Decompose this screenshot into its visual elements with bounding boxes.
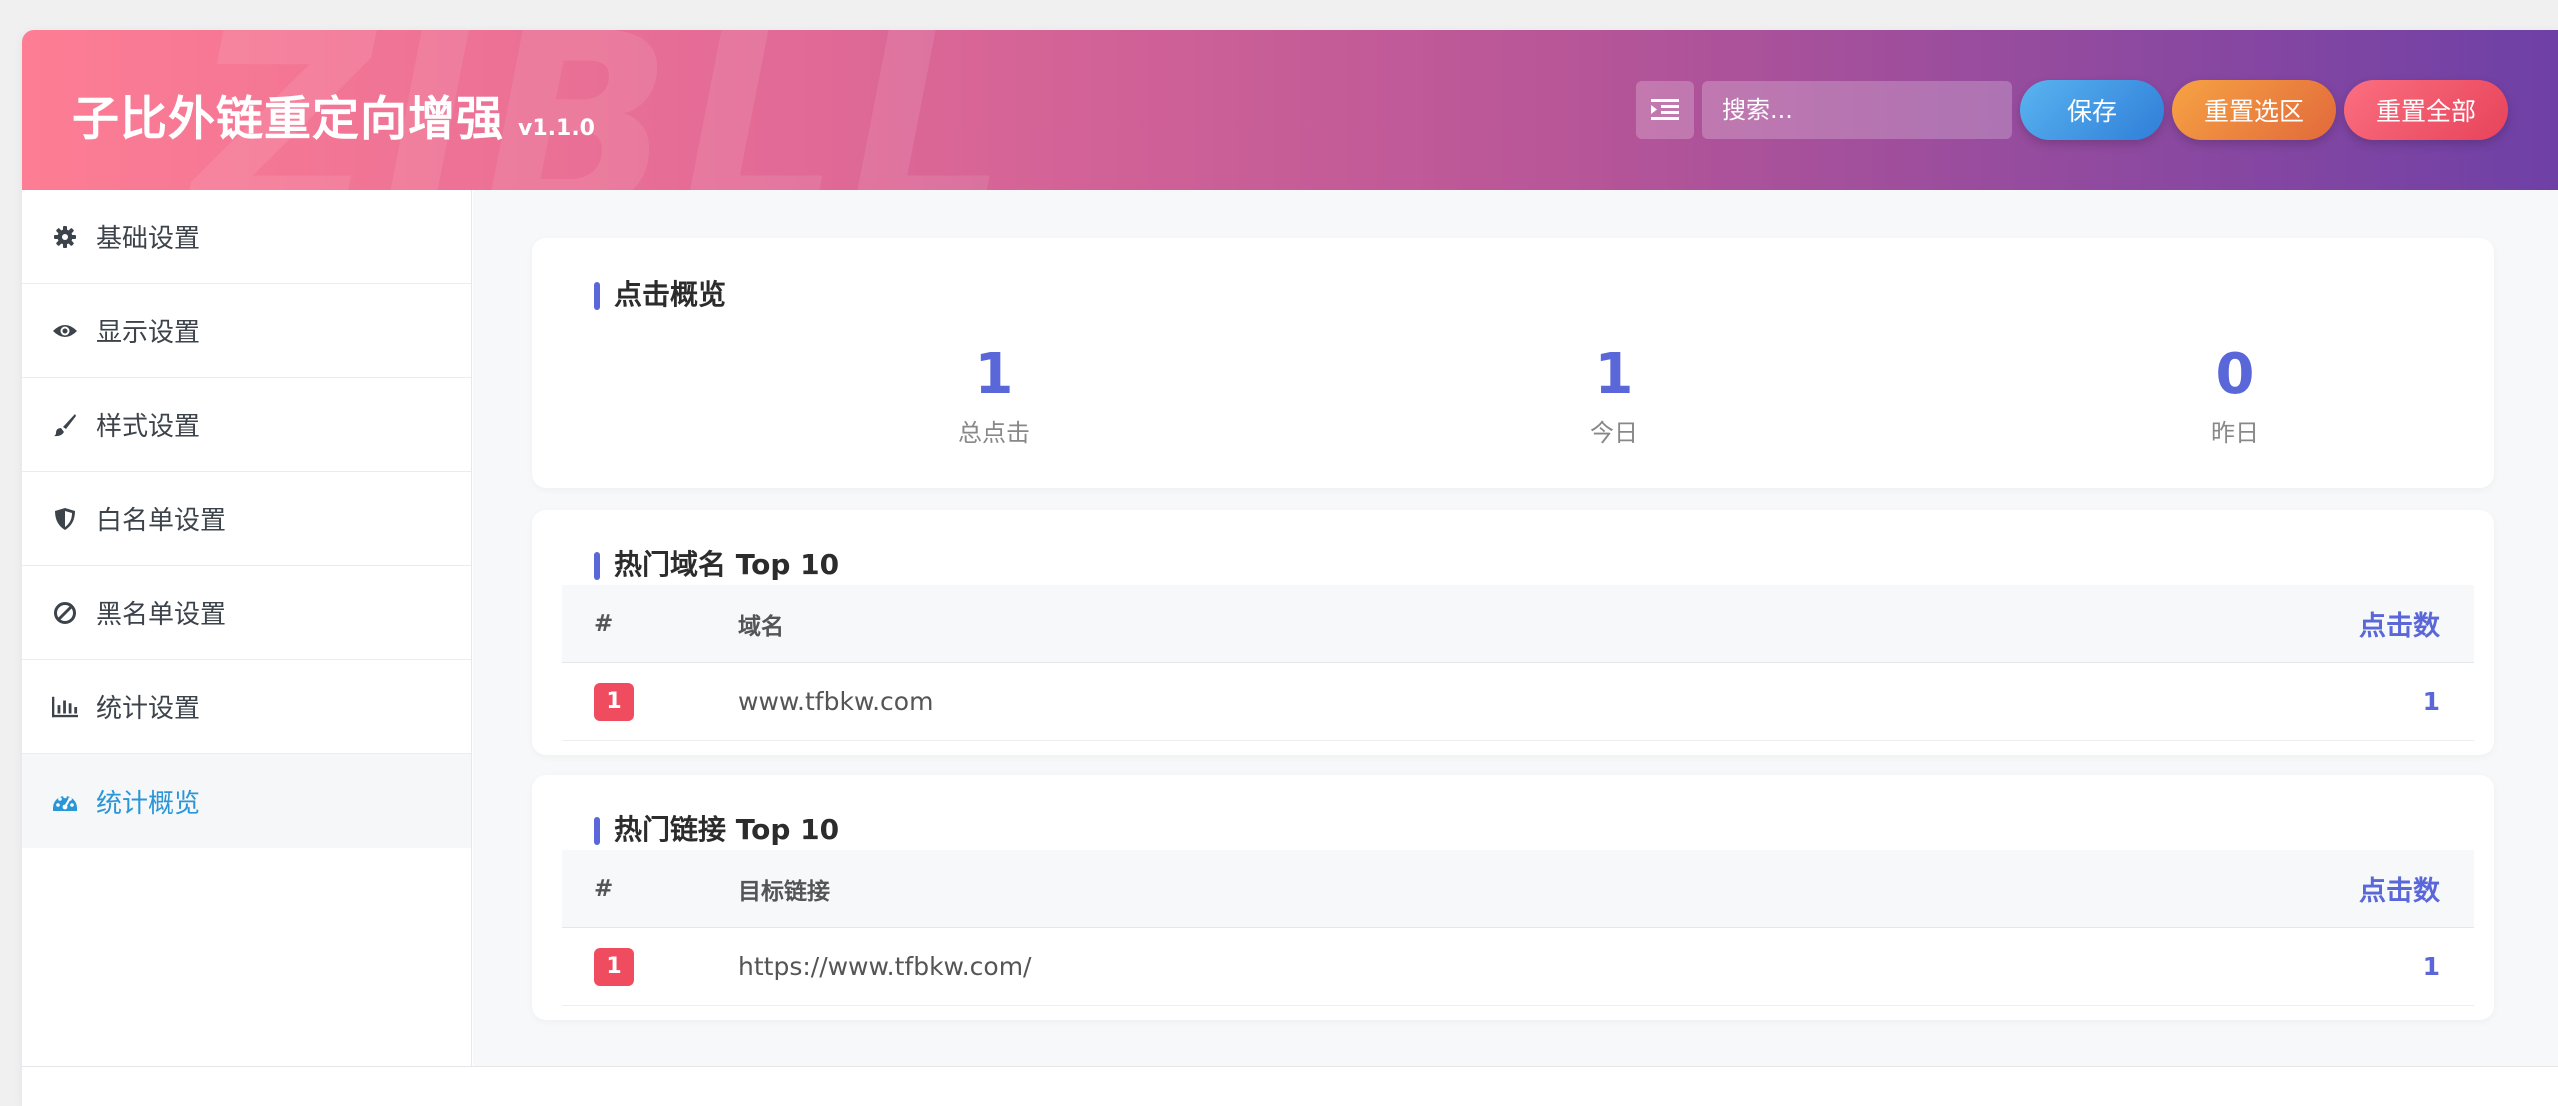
sidebar-item-label: 基础设置 (96, 224, 201, 254)
table-row: 1 www.tfbkw.com 1 (562, 663, 2474, 741)
app-version: v1.1.0 (518, 116, 595, 141)
sidebar-item-display-settings[interactable]: 显示设置 (22, 284, 471, 378)
shield-icon (52, 506, 78, 532)
sidebar-item-label: 显示设置 (96, 318, 201, 348)
menu-toggle-button[interactable] (1636, 81, 1694, 139)
stat-label: 昨日 (2211, 419, 2259, 447)
card-title: 热门链接 Top 10 (594, 815, 839, 845)
sidebar-item-blacklist-settings[interactable]: 黑名单设置 (22, 566, 471, 660)
search-input[interactable] (1702, 81, 2012, 139)
reset-selection-button[interactable]: 重置选区 (2172, 80, 2336, 140)
sidebar-item-label: 白名单设置 (96, 506, 227, 536)
sidebar-item-basic-settings[interactable]: 基础设置 (22, 190, 471, 284)
app-title-group: 子比外链重定向增强 v1.1.0 (72, 80, 595, 149)
eye-icon (52, 318, 78, 344)
header-bar: ZIBLL 子比外链重定向增强 v1.1.0 保存 重置选区 重置全部 (22, 30, 2558, 190)
reset-all-button[interactable]: 重置全部 (2344, 80, 2508, 140)
column-header-rank: # (594, 610, 614, 637)
save-button[interactable]: 保存 (2020, 80, 2164, 140)
top-domains-table: # 域名 点击数 1 www.tfbkw.com 1 (562, 585, 2474, 741)
column-header-clicks: 点击数 (2359, 611, 2440, 642)
stat-value: 1 (1594, 342, 1634, 407)
table-row: 1 https://www.tfbkw.com/ 1 (562, 928, 2474, 1006)
rank-badge: 1 (594, 682, 634, 721)
sidebar-item-stats-settings[interactable]: 统计设置 (22, 660, 471, 754)
click-count-cell: 1 (2422, 952, 2440, 981)
top-links-table: # 目标链接 点击数 1 https://www.tfbkw.com/ 1 (562, 850, 2474, 1006)
column-header-clicks: 点击数 (2359, 876, 2440, 907)
menu-indent-icon (1651, 99, 1679, 120)
card-title: 热门域名 Top 10 (594, 550, 839, 580)
gear-icon (52, 224, 78, 250)
sidebar-item-stats-overview[interactable]: 统计概览 (22, 754, 471, 848)
table-header: # 域名 点击数 (562, 585, 2474, 663)
stat-label: 今日 (1590, 419, 1638, 447)
stat-today: 1 今日 (1464, 343, 1764, 448)
column-header-domain: 域名 (738, 613, 784, 640)
stat-value: 1 (974, 342, 1014, 407)
dashboard-icon (52, 788, 78, 814)
sidebar-item-label: 统计设置 (96, 694, 201, 724)
stat-total-clicks: 1 总点击 (844, 343, 1144, 448)
card-title: 点击概览 (594, 280, 726, 310)
sidebar-item-label: 统计概览 (96, 788, 201, 819)
rank-badge: 1 (594, 947, 634, 986)
stat-label: 总点击 (958, 419, 1030, 447)
sidebar-item-style-settings[interactable]: 样式设置 (22, 378, 471, 472)
domain-cell: www.tfbkw.com (738, 687, 934, 716)
column-header-rank: # (594, 875, 614, 902)
sidebar: 基础设置 显示设置 样式设置 白名单设置 黑名单设置 统计设置 统计概览 (22, 190, 472, 1106)
click-overview-card: 点击概览 1 总点击 1 今日 0 昨日 (532, 238, 2494, 488)
stat-value: 0 (2215, 342, 2255, 407)
bar-chart-icon (52, 694, 78, 720)
table-header: # 目标链接 点击数 (562, 850, 2474, 928)
sidebar-item-whitelist-settings[interactable]: 白名单设置 (22, 472, 471, 566)
app-title: 子比外链重定向增强 (72, 92, 504, 147)
sidebar-item-label: 黑名单设置 (96, 600, 227, 630)
link-cell: https://www.tfbkw.com/ (738, 952, 1032, 981)
stat-yesterday: 0 昨日 (2085, 343, 2385, 448)
brush-icon (52, 412, 78, 438)
ban-icon (52, 600, 78, 626)
main-content: 点击概览 1 总点击 1 今日 0 昨日 热门域名 Top 10 # 域名 点击… (473, 190, 2558, 1066)
sidebar-item-label: 样式设置 (96, 412, 201, 442)
click-count-cell: 1 (2422, 687, 2440, 716)
footer-bar (22, 1066, 2558, 1106)
top-domains-card: 热门域名 Top 10 # 域名 点击数 1 www.tfbkw.com 1 (532, 510, 2494, 755)
app-window: ZIBLL 子比外链重定向增强 v1.1.0 保存 重置选区 重置全部 (22, 30, 2558, 1106)
top-links-card: 热门链接 Top 10 # 目标链接 点击数 1 https://www.tfb… (532, 775, 2494, 1020)
column-header-target-link: 目标链接 (738, 878, 830, 905)
